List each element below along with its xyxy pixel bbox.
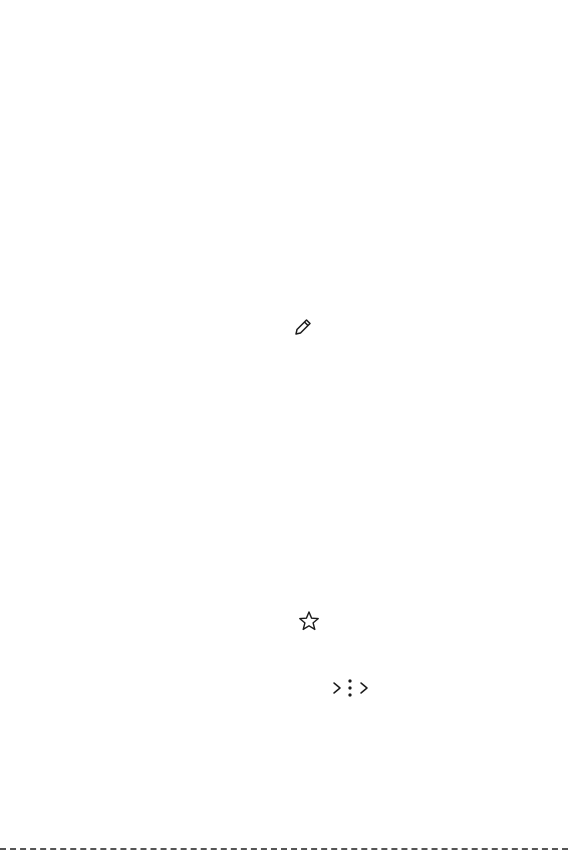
page-bottom-rule	[0, 848, 568, 850]
pencil-icon	[292, 316, 314, 338]
more-vertical-icon	[345, 678, 355, 698]
chevron-right-icon	[331, 681, 343, 695]
chevron-right-icon	[358, 681, 370, 695]
document-page	[0, 0, 568, 851]
star-icon	[298, 610, 320, 632]
